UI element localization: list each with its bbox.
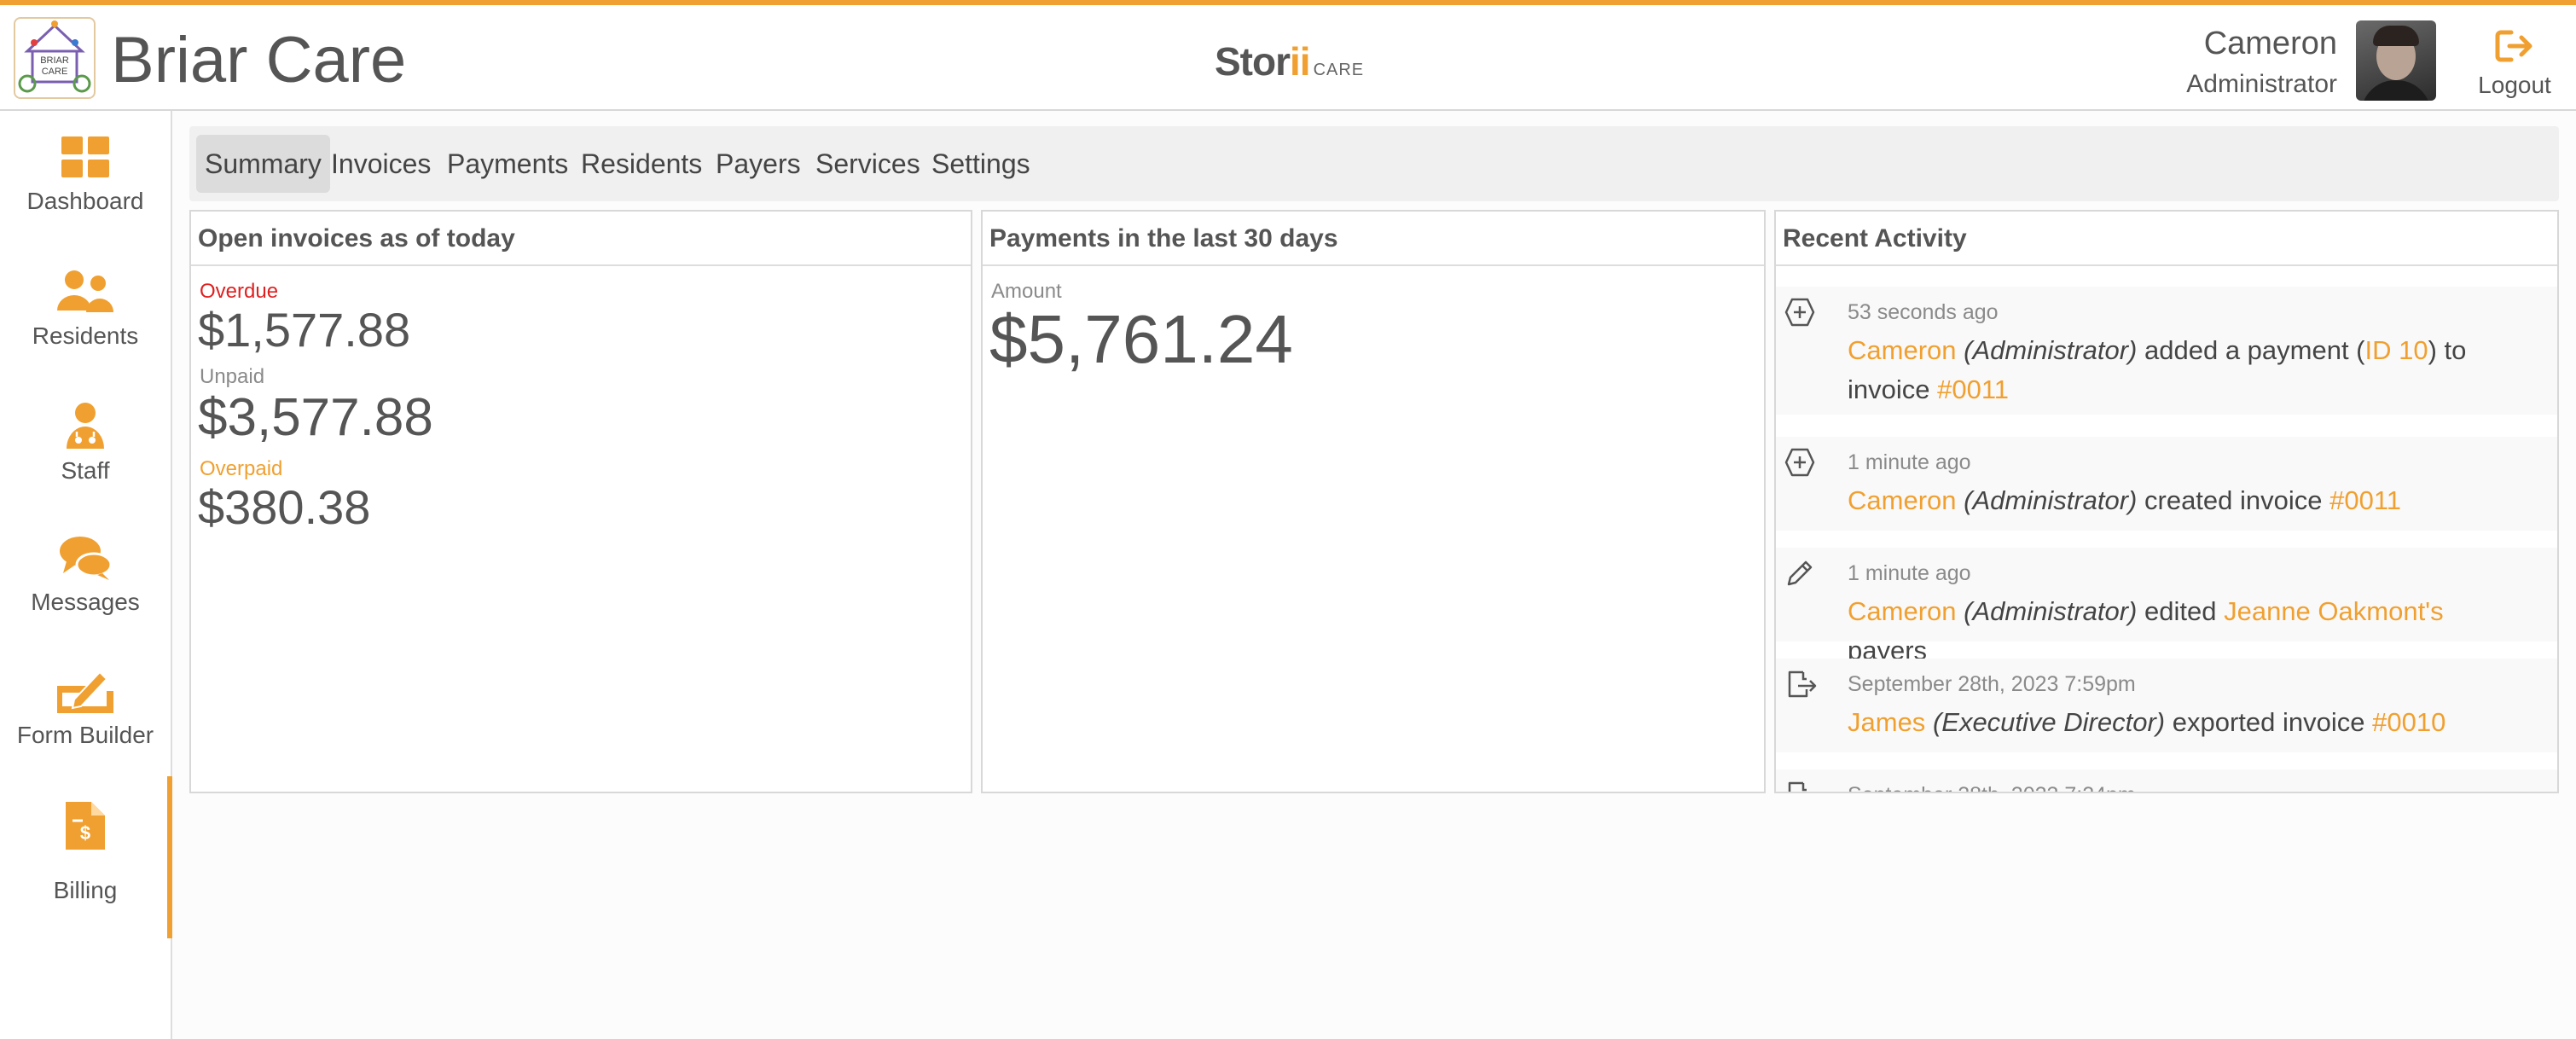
activity-time: 1 minute ago (1848, 561, 1971, 585)
sidebar-item-label: Staff (61, 457, 110, 484)
sidebar-item-label: Form Builder (16, 722, 154, 748)
actor-link[interactable]: Cameron (1848, 485, 1957, 515)
unpaid-label: Unpaid (200, 365, 265, 388)
actor-link[interactable]: James (1848, 707, 1925, 737)
amount-value: $5,761.24 (989, 301, 1293, 377)
activity-item: 53 seconds ago Cameron (Administrator) a… (1776, 287, 2557, 415)
svg-text:$: $ (80, 822, 90, 844)
payment-link[interactable]: ID 10 (2365, 335, 2428, 365)
activity-desc: invoice (1848, 374, 1938, 404)
actor-link[interactable]: Cameron (1848, 335, 1957, 365)
pencil-icon (1787, 560, 1813, 586)
activity-item: September 28th, 2023 7:59pm James (Execu… (1776, 659, 2557, 752)
actor-link[interactable]: Cameron (1848, 596, 1957, 626)
logout-icon (2495, 30, 2532, 62)
staff-icon (67, 403, 104, 449)
svg-text:BRIAR: BRIAR (40, 55, 69, 66)
billing-icon: $ (66, 802, 105, 850)
grid-icon (61, 136, 109, 177)
user-role: Administrator (2186, 70, 2337, 98)
activity-item: September 28th, 2023 7:24pm (1776, 769, 2557, 792)
avatar[interactable] (2356, 20, 2436, 101)
sidebar-item-billing[interactable]: $ Billing (0, 776, 172, 938)
activity-text: James (Executive Director) exported invo… (1848, 703, 2530, 742)
sidebar-item-messages[interactable]: Messages (0, 536, 171, 616)
product-logo-accent: ii (1290, 39, 1311, 84)
unpaid-value: $3,577.88 (198, 388, 433, 447)
plus-circle-icon (1784, 448, 1815, 477)
product-logo: Storii CARE (1215, 38, 1364, 94)
avatar-shirt (2361, 80, 2431, 101)
overpaid-label: Overpaid (200, 457, 283, 480)
resident-link[interactable]: Jeanne Oakmont's (2224, 596, 2444, 626)
avatar-hair (2373, 26, 2419, 46)
actor-role: (Executive Director) (1932, 707, 2166, 737)
activity-text: Cameron (Administrator) created invoice … (1848, 481, 2530, 520)
product-logo-suffix: CARE (1313, 61, 1365, 79)
activity-desc: added a payment ( (2137, 335, 2365, 365)
tab-payers[interactable]: Payers (707, 135, 809, 193)
panel-title: Payments in the last 30 days (983, 212, 1764, 266)
billing-tabs: Summary Invoices Payments Residents Paye… (189, 126, 2559, 201)
plus-circle-icon (1784, 298, 1815, 327)
actor-role: (Administrator) (1964, 596, 2138, 626)
sidebar-item-label: Billing (53, 877, 118, 903)
activity-desc: edited (2137, 596, 2225, 626)
logout-button[interactable]: Logout (2474, 22, 2556, 107)
actor-role: (Administrator) (1964, 485, 2138, 515)
recent-activity-panel: Recent Activity 53 seconds ago Cameron (… (1774, 210, 2559, 793)
export-icon (1788, 670, 1817, 698)
svg-text:CARE: CARE (42, 67, 68, 77)
activity-desc: created invoice (2137, 485, 2330, 515)
activity-text: Cameron (Administrator) added a payment … (1848, 331, 2530, 409)
product-logo-text: Stor (1215, 39, 1291, 84)
logout-label: Logout (2478, 72, 2551, 98)
activity-time: 1 minute ago (1848, 450, 1971, 474)
activity-item: 1 minute ago Cameron (Administrator) cre… (1776, 437, 2557, 531)
panel-title: Recent Activity (1776, 212, 2557, 266)
tab-invoices[interactable]: Invoices (322, 135, 439, 193)
overdue-value: $1,577.88 (198, 303, 411, 357)
sidebar-item-form-builder[interactable]: Form Builder (0, 669, 171, 749)
sidebar-item-staff[interactable]: Staff (0, 403, 171, 485)
sidebar-item-label: Residents (32, 322, 139, 349)
top-header: BRIAR CARE Briar Care Storii CARE Cameron… (0, 0, 2576, 111)
activity-item: 1 minute ago Cameron (Administrator) edi… (1776, 548, 2557, 665)
sidebar-item-label: Messages (31, 589, 140, 615)
facility-name: Briar Care (111, 24, 407, 96)
activity-desc: ) to (2428, 335, 2467, 365)
activity-time: September 28th, 2023 7:24pm (1848, 783, 2136, 792)
activity-feed[interactable]: 53 seconds ago Cameron (Administrator) a… (1776, 268, 2557, 792)
actor-role: (Administrator) (1964, 335, 2138, 365)
overdue-label: Overdue (200, 280, 279, 303)
tab-settings[interactable]: Settings (923, 135, 1039, 193)
overpaid-value: $380.38 (198, 480, 371, 534)
sidebar: Dashboard Residents Staff Messages Form … (0, 111, 172, 1039)
activity-desc: exported invoice (2165, 707, 2373, 737)
invoice-link[interactable]: #0011 (1937, 374, 2009, 404)
activity-time: September 28th, 2023 7:59pm (1848, 672, 2136, 696)
tab-services[interactable]: Services (807, 135, 929, 193)
facility-logo: BRIAR CARE (14, 17, 96, 99)
user-name: Cameron (2203, 26, 2337, 61)
sidebar-item-residents[interactable]: Residents (0, 270, 171, 350)
chat-icon (60, 537, 111, 580)
sidebar-item-dashboard[interactable]: Dashboard (0, 136, 171, 215)
invoice-link[interactable]: #0011 (2329, 485, 2401, 515)
tab-residents[interactable]: Residents (572, 135, 711, 193)
tab-summary[interactable]: Summary (196, 135, 330, 193)
form-builder-icon (57, 670, 113, 713)
open-invoices-panel: Open invoices as of today Overdue $1,577… (189, 210, 972, 793)
tab-payments[interactable]: Payments (438, 135, 577, 193)
people-icon (57, 270, 113, 312)
invoice-link[interactable]: #0010 (2372, 707, 2445, 737)
sidebar-item-label: Dashboard (26, 188, 144, 214)
panel-title: Open invoices as of today (191, 212, 971, 266)
export-icon (1788, 781, 1807, 792)
payments-panel: Payments in the last 30 days Amount $5,7… (981, 210, 1766, 793)
activity-time: 53 seconds ago (1848, 300, 1999, 324)
